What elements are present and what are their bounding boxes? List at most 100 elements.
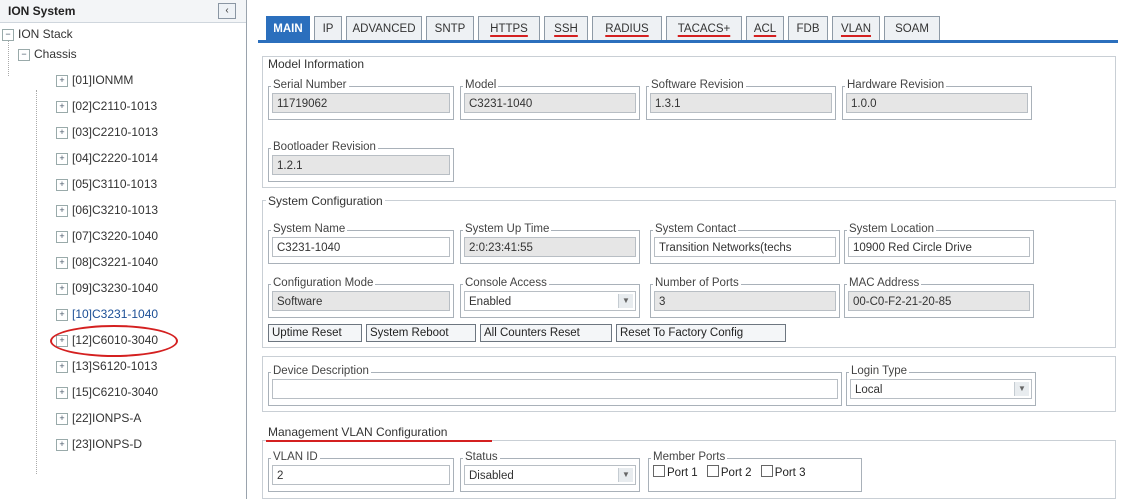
field-label: Serial Number xyxy=(271,79,349,91)
uptime-reset-button[interactable]: Uptime Reset xyxy=(268,324,362,342)
tree-item[interactable]: + [13]S6120-1013 xyxy=(56,356,157,376)
tree-item[interactable]: + [06]C3210-1013 xyxy=(56,200,158,220)
port-2-checkbox[interactable]: Port 2 xyxy=(706,465,752,479)
tab-label: TACACS+ xyxy=(677,23,731,35)
collapse-panel-icon[interactable]: ‹ xyxy=(218,3,236,19)
tab-ssh[interactable]: SSH xyxy=(544,16,588,40)
member-ports-group: Member Ports Port 1 Port 2 Port 3 xyxy=(648,451,862,492)
tree-item-label: [05]C3110-1013 xyxy=(72,177,158,191)
expand-toggle-icon[interactable]: + xyxy=(56,438,68,451)
field-label: Software Revision xyxy=(649,79,746,91)
number-of-ports-group: Number of Ports 3 xyxy=(650,277,840,318)
system-location-input[interactable]: 10900 Red Circle Drive xyxy=(848,237,1030,257)
collapse-toggle-icon[interactable]: − xyxy=(18,48,30,61)
tab-tacacs[interactable]: TACACS+ xyxy=(666,16,742,40)
system-up-time-field: 2:0:23:41:55 xyxy=(464,237,636,257)
system-contact-input[interactable]: Transition Networks(techs xyxy=(654,237,836,257)
port-1-checkbox[interactable]: Port 1 xyxy=(653,465,698,479)
port-3-checkbox[interactable]: Port 3 xyxy=(760,465,806,479)
tree-item-label: [10]C3231-1040 xyxy=(72,307,159,321)
system-name-input[interactable]: C3231-1040 xyxy=(272,237,450,257)
tab-soam[interactable]: SOAM xyxy=(884,16,940,40)
tree-item[interactable]: + [23]IONPS-D xyxy=(56,434,142,454)
reset-to-factory-config-button[interactable]: Reset To Factory Config xyxy=(616,324,786,342)
checkbox-label: Port 3 xyxy=(774,467,806,479)
expand-toggle-icon[interactable]: + xyxy=(56,178,68,191)
tree-item-label: [06]C3210-1013 xyxy=(72,203,159,217)
expand-toggle-icon[interactable]: + xyxy=(56,74,68,87)
field-label: System Location xyxy=(847,223,937,235)
system-reboot-button[interactable]: System Reboot xyxy=(366,324,476,342)
dropdown-arrow-icon[interactable]: ▼ xyxy=(1014,382,1029,396)
mac-address-field: 00-C0-F2-21-20-85 xyxy=(848,291,1030,311)
tab-radius[interactable]: RADIUS xyxy=(592,16,662,40)
expand-toggle-icon[interactable]: + xyxy=(56,256,68,269)
serial-number-field: 11719062 xyxy=(272,93,450,113)
number-of-ports-field: 3 xyxy=(654,291,836,311)
expand-toggle-icon[interactable]: + xyxy=(56,386,68,399)
tab-sntp[interactable]: SNTP xyxy=(426,16,474,40)
tab-acl[interactable]: ACL xyxy=(746,16,784,40)
section-title: Model Information xyxy=(266,57,367,71)
checkbox-icon[interactable] xyxy=(760,465,773,477)
expand-toggle-icon[interactable]: + xyxy=(56,360,68,373)
expand-toggle-icon[interactable]: + xyxy=(56,100,68,113)
tree-item[interactable]: + [09]C3230-1040 xyxy=(56,278,158,298)
collapse-toggle-icon[interactable]: − xyxy=(2,28,14,41)
tree-title: ION System xyxy=(8,4,76,18)
system-up-time-group: System Up Time 2:0:23:41:55 xyxy=(460,223,640,264)
tree-item[interactable]: + [08]C3221-1040 xyxy=(56,252,158,272)
mac-address-group: MAC Address 00-C0-F2-21-20-85 xyxy=(844,277,1034,318)
dropdown-arrow-icon[interactable]: ▼ xyxy=(618,294,633,308)
field-label: Hardware Revision xyxy=(845,79,947,91)
dropdown-arrow-icon[interactable]: ▼ xyxy=(618,468,633,482)
checkbox-icon[interactable] xyxy=(653,465,665,477)
tab-advanced[interactable]: ADVANCED xyxy=(346,16,422,40)
tree-item[interactable]: + [02]C2110-1013 xyxy=(56,96,157,116)
tab-fdb[interactable]: FDB xyxy=(788,16,828,40)
expand-toggle-icon[interactable]: + xyxy=(56,412,68,425)
tab-label: FDB xyxy=(796,23,820,35)
tree-node-ion-stack[interactable]: − ION Stack xyxy=(2,24,73,44)
tab-https[interactable]: HTTPS xyxy=(478,16,540,40)
tab-ip[interactable]: IP xyxy=(314,16,342,40)
field-label: VLAN ID xyxy=(271,451,320,463)
select-value: Local xyxy=(855,384,883,396)
expand-toggle-icon[interactable]: + xyxy=(56,204,68,217)
annotation-underline xyxy=(266,440,492,442)
checkbox-icon[interactable] xyxy=(706,465,719,477)
tab-label: HTTPS xyxy=(490,23,528,35)
tree-item[interactable]: + [03]C2210-1013 xyxy=(56,122,158,142)
device-description-input[interactable] xyxy=(272,379,838,399)
tree-item[interactable]: + [04]C2220-1014 xyxy=(56,148,158,168)
all-counters-reset-button[interactable]: All Counters Reset xyxy=(480,324,612,342)
tree-node-chassis[interactable]: − Chassis xyxy=(18,44,77,64)
expand-toggle-icon[interactable]: + xyxy=(56,152,68,165)
tree-item[interactable]: + [15]C6210-3040 xyxy=(56,382,158,402)
vlan-id-group: VLAN ID 2 xyxy=(268,451,454,492)
tab-main[interactable]: MAIN xyxy=(266,16,310,40)
tree-item-label: [13]S6120-1013 xyxy=(72,359,158,373)
expand-toggle-icon[interactable]: + xyxy=(56,282,68,295)
tab-label: SSH xyxy=(554,23,578,35)
hardware-revision-field: 1.0.0 xyxy=(846,93,1028,113)
tree-item[interactable]: + [22]IONPS-A xyxy=(56,408,141,428)
tree-item-selected[interactable]: + [10]C3231-1040 xyxy=(56,304,158,324)
tree-item-label: [08]C3221-1040 xyxy=(72,255,159,269)
tab-vlan[interactable]: VLAN xyxy=(832,16,880,40)
expand-toggle-icon[interactable]: + xyxy=(56,126,68,139)
tree-item[interactable]: + [07]C3220-1040 xyxy=(56,226,158,246)
expand-toggle-icon[interactable]: + xyxy=(56,230,68,243)
system-contact-group: System Contact Transition Networks(techs xyxy=(650,223,840,264)
bootloader-revision-field: 1.2.1 xyxy=(272,155,450,175)
expand-toggle-icon[interactable]: + xyxy=(56,308,68,321)
status-select[interactable]: Disabled ▼ xyxy=(464,465,636,485)
login-type-select[interactable]: Local ▼ xyxy=(850,379,1032,399)
tab-label: IP xyxy=(322,23,334,35)
tree-item[interactable]: + [05]C3110-1013 xyxy=(56,174,157,194)
tree-item[interactable]: + [01]IONMM xyxy=(56,70,133,90)
bootloader-revision-group: Bootloader Revision 1.2.1 xyxy=(268,141,454,182)
vlan-id-input[interactable]: 2 xyxy=(272,465,450,485)
select-value: Enabled xyxy=(469,296,512,308)
console-access-select[interactable]: Enabled ▼ xyxy=(464,291,636,311)
